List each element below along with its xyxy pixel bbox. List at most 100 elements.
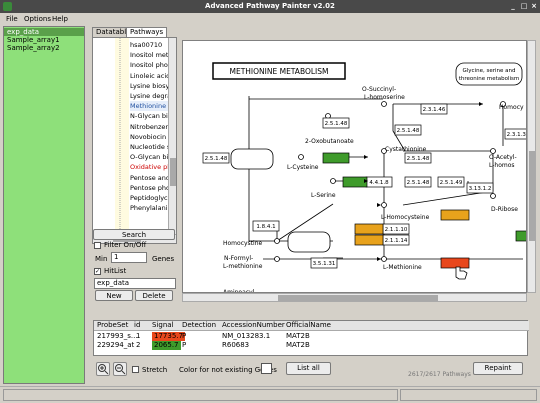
signal-cell: 17735.7 [152,332,185,341]
repaint-button[interactable]: Repaint [473,362,523,375]
hitlist-select[interactable]: exp_data [94,278,176,289]
new-button[interactable]: New [95,290,133,301]
pathway-item[interactable]: Nitrobenzene [130,122,174,132]
svg-text:Glycine, serine and: Glycine, serine and [463,68,516,74]
svg-text:Homocystine: Homocystine [223,240,262,247]
svg-text:2.1.1.10: 2.1.1.10 [385,227,408,233]
col-probeset[interactable]: ProbeSet [97,321,128,330]
svg-text:D-Ribose: D-Ribose [491,206,518,213]
svg-text:1.8.4.1: 1.8.4.1 [256,224,275,230]
pathway-item[interactable]: O-Glycan bio [130,152,172,162]
close-icon[interactable]: × [529,2,539,11]
pathway-item[interactable]: Pentose pho [130,183,170,193]
svg-text:2.5.1.48: 2.5.1.48 [407,180,430,186]
svg-text:L-methionine: L-methionine [223,263,263,270]
gene-table-header: ProbeSet id Signal Detection AccessionNu… [94,321,529,331]
maximize-icon[interactable]: □ [519,2,529,11]
pathway-item[interactable]: Novobiocin b [130,132,172,142]
pathway-item[interactable]: Phenylalanin [130,203,172,213]
pathway-item[interactable]: Inositol meta [130,50,172,60]
pathway-item[interactable]: Nucleotide s [130,142,170,152]
menu-bar: File Options Help [0,13,540,25]
hitlist-checkbox[interactable]: ✓ [94,268,101,275]
svg-text:3.13.1.2: 3.13.1.2 [469,186,492,192]
filter-checkbox[interactable] [94,242,101,249]
svg-text:L-Serine: L-Serine [311,192,336,199]
stretch-checkbox[interactable] [132,366,139,373]
cursor-hand-icon [455,266,468,280]
color-swatch[interactable] [261,363,272,374]
dataset-item[interactable]: Sample_array2 [4,44,84,52]
col-accession[interactable]: AccessionNumber [222,321,285,330]
zoom-in-icon[interactable] [96,362,110,376]
col-detection[interactable]: Detection [182,321,216,330]
minimize-icon[interactable]: _ [508,2,518,11]
pathway-item[interactable]: Inositol phos [130,60,171,70]
pathway-item[interactable]: hsa00710 [130,40,162,50]
menu-file[interactable]: File [6,14,18,24]
pathway-item[interactable]: Linoleic acid [130,71,170,81]
svg-text:Cystathionine: Cystathionine [385,146,427,153]
pathway-item[interactable]: Lysine degra [130,91,171,101]
window-title: Advanced Pathway Painter v2.02 [205,2,335,10]
svg-text:L-Cysteine: L-Cysteine [287,164,319,171]
canvas-hscrollbar[interactable] [182,293,527,302]
svg-text:L-homoserine: L-homoserine [364,94,405,101]
status-segment [3,389,398,401]
pathway-list[interactable]: hsa00710 Inositol meta Inositol phos Linole… [92,37,177,244]
col-officialname[interactable]: OfficialName [286,321,331,330]
svg-text:2.1.1.14: 2.1.1.14 [385,238,408,244]
pathway-item[interactable]: Methionine m [130,101,175,112]
pathway-item[interactable]: Lysine biosyn [130,81,174,91]
stretch-label: Stretch [142,366,168,374]
svg-text:2.5.1.48: 2.5.1.48 [397,128,420,134]
svg-text:N-Formyl-: N-Formyl- [224,255,253,262]
svg-text:4.4.1.8: 4.4.1.8 [369,180,389,186]
menu-help[interactable]: Help [52,14,68,24]
svg-text:2-Oxobutanoate: 2-Oxobutanoate [305,138,354,145]
filter-label: Filter On/Off [104,241,147,249]
svg-text:2.5.1.48: 2.5.1.48 [205,156,228,162]
list-all-button[interactable]: List all [286,362,331,375]
canvas-vscrollbar[interactable] [527,40,536,293]
dataset-item[interactable]: Sample_array1 [4,36,84,44]
svg-text:L-Methionine: L-Methionine [383,264,422,271]
progress-segment [400,389,537,401]
svg-text:2.5.1.48: 2.5.1.48 [325,121,348,127]
bottom-toolbar: Stretch Color for not existing Genes Lis… [91,358,531,384]
status-bar [0,386,540,403]
pathway-item[interactable]: Peptidoglyca [130,193,172,203]
svg-text:2.5.1.48: 2.5.1.48 [407,156,430,162]
min-label: Min [95,255,108,263]
table-row[interactable]: 217993_s... 1 17735.7 P NM_013283.1 MAT2… [94,332,529,341]
zoom-out-icon[interactable] [113,362,127,376]
dataset-list[interactable]: exp_data Sample_array1 Sample_array2 [3,26,85,384]
svg-text:2.3.1.46: 2.3.1.46 [423,107,446,113]
genes-label: Genes [152,255,175,263]
gene-table[interactable]: ProbeSet id Signal Detection AccessionNu… [93,320,529,356]
svg-text:L-Homocysteine: L-Homocysteine [381,214,430,221]
dataset-item[interactable]: exp_data [4,28,84,36]
pathway-item[interactable]: N-Glycan bio [130,111,172,121]
min-genes-field[interactable]: 1 [111,252,147,263]
table-row[interactable]: 229294_at 2 2065.7 P R60683 MAT2B [94,341,529,350]
hitlist-label: HitList [104,267,127,275]
pathway-item[interactable]: Pentose and [130,173,170,183]
tree-lines [93,38,129,234]
tab-pathways[interactable]: Pathways [126,27,168,37]
search-button[interactable]: Search [93,229,175,240]
pathway-list-scrollbar[interactable] [168,38,176,234]
signal-cell: 2065.7 [152,341,181,350]
pathway-canvas[interactable]: METHIONINE METABOLISM O-Succinyl- L-homo… [182,40,527,293]
pathway-count: 2617/2617 Pathways [408,371,471,378]
svg-text:3.5.1.31: 3.5.1.31 [313,261,336,267]
col-signal[interactable]: Signal [152,321,174,330]
col-id[interactable]: id [134,321,140,330]
svg-text:2.5.1.49: 2.5.1.49 [440,180,463,186]
menu-options[interactable]: Options [24,14,51,24]
svg-text:O-Acetyl-: O-Acetyl- [489,154,517,161]
delete-button[interactable]: Delete [135,290,173,301]
diagram-title: METHIONINE METABOLISM [230,67,329,76]
svg-text:Homocy: Homocy [499,104,524,111]
window-titlebar: Advanced Pathway Painter v2.02 _ □ × [0,0,540,13]
